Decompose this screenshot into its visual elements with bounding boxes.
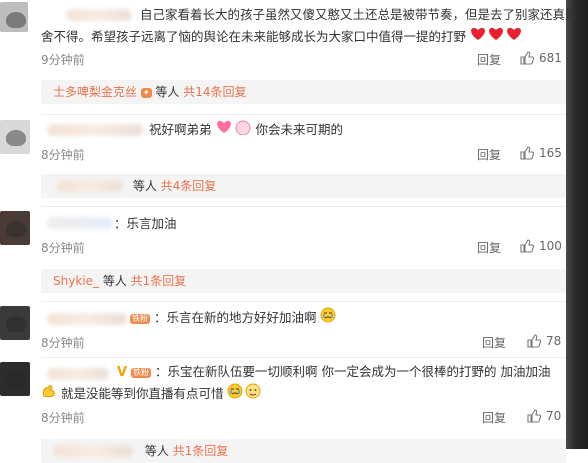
comment-text-line2-body: 就是没能等到你直播有点可惜 <box>60 386 224 401</box>
comment-text: 自己家看着长大的孩子虽然又傻又憨又土还总是被带节奏，但是去了别家还真是 <box>140 7 578 22</box>
comment-text-line2-body: 舍不得。希望孩子远离了恼的舆论在未来能够成长为大家口中值得一提的打野 <box>41 29 467 44</box>
comment-time: 9分钟前 <box>41 53 85 67</box>
divider <box>41 114 566 115</box>
avatar[interactable] <box>0 306 30 340</box>
reply-user-blurred[interactable] <box>57 180 123 192</box>
thumbs-up-icon <box>527 409 541 423</box>
reply-summary-bar[interactable]: 等人 共4条回复 <box>41 174 566 198</box>
reply-who: 等人 <box>132 179 157 193</box>
like-button[interactable]: 70 <box>527 409 561 423</box>
comment-text: 祝好啊弟弟 你会未来可期的 <box>149 119 343 142</box>
like-button[interactable]: 78 <box>527 334 561 348</box>
divider <box>41 301 566 302</box>
comment-text-body: ：乐言在新的地方好好加油啊 <box>153 310 317 325</box>
reply-button[interactable]: 回复 <box>477 51 501 68</box>
comment-time: 8分钟前 <box>41 241 85 255</box>
divider <box>41 357 566 358</box>
avatar[interactable] <box>0 2 28 32</box>
cry-emoji <box>227 383 261 406</box>
username-blurred[interactable] <box>47 368 109 380</box>
reply-count[interactable]: 共4条回复 <box>161 179 217 193</box>
reply-who: 等人 <box>102 274 127 288</box>
thumbs-up-icon <box>527 334 541 348</box>
comment-text: V 铁粉 ：乐宝在新队伍要一切顺利啊 你一定会成为一个很棒的打野的 加油加油 <box>117 361 550 384</box>
heart-emoji <box>216 119 252 142</box>
like-count: 100 <box>539 239 562 253</box>
like-button[interactable]: 100 <box>520 239 562 253</box>
comment-text: ：乐言加油 <box>114 216 177 231</box>
comment-time: 8分钟前 <box>41 148 85 162</box>
reply-who: 等人 <box>144 444 169 458</box>
avatar[interactable] <box>0 211 30 245</box>
fan-badge: ✦ <box>140 87 152 98</box>
heart-emoji <box>470 26 524 49</box>
reply-summary-bar[interactable]: 等人 共1条回复 <box>41 439 566 463</box>
reply-summary-bar[interactable]: Shykie_ 等人 共1条回复 <box>41 269 566 293</box>
fan-badge: 铁粉 <box>130 313 150 324</box>
reply-user-blurred[interactable] <box>53 445 133 457</box>
reply-count[interactable]: 共1条回复 <box>173 444 229 458</box>
thumbs-up-icon <box>520 51 534 65</box>
username-blurred[interactable] <box>47 124 143 136</box>
thumbs-up-icon <box>520 146 534 160</box>
comment-time: 8分钟前 <box>41 336 85 350</box>
like-button[interactable]: 165 <box>520 146 562 160</box>
reply-user-name[interactable]: 士多啤梨金克丝 <box>53 85 137 99</box>
cry-emoji <box>320 307 336 330</box>
reply-summary-bar[interactable]: 士多啤梨金克丝 ✦ 等人 共14条回复 <box>41 80 566 104</box>
comment-text-body: 祝好啊弟弟 <box>149 122 212 137</box>
reply-who: 等人 <box>155 85 180 99</box>
like-count: 78 <box>546 334 562 348</box>
reply-button[interactable]: 回复 <box>477 146 501 163</box>
reply-button[interactable]: 回复 <box>482 409 506 426</box>
comment-text-tail: 你会未来可期的 <box>255 122 343 137</box>
thumbs-up-icon <box>520 239 534 253</box>
comment-time: 8分钟前 <box>41 411 85 425</box>
reply-button[interactable]: 回复 <box>477 239 501 256</box>
username-blurred[interactable] <box>66 9 132 21</box>
comment-text-line2: 就是没能等到你直播有点可惜 <box>41 383 261 406</box>
fan-badge: 铁粉 <box>131 367 152 378</box>
comment-text: 铁粉 ：乐言在新的地方好好加油啊 <box>130 307 336 330</box>
divider <box>41 206 566 207</box>
reply-button[interactable]: 回复 <box>482 334 506 351</box>
avatar[interactable] <box>0 362 30 396</box>
username-blurred[interactable] <box>47 313 127 325</box>
background-photo-edge <box>566 0 588 449</box>
comment-text-line2: 舍不得。希望孩子远离了恼的舆论在未来能够成长为大家口中值得一提的打野 <box>41 26 524 49</box>
reply-count[interactable]: 共1条回复 <box>131 274 187 288</box>
username-blurred[interactable] <box>47 217 113 229</box>
reply-count[interactable]: 共14条回复 <box>183 85 246 99</box>
like-count: 70 <box>546 409 562 423</box>
like-button[interactable]: 681 <box>520 51 562 65</box>
reply-user-name[interactable]: Shykie_ <box>53 274 99 288</box>
muscle-emoji <box>41 383 57 406</box>
verified-mark: V <box>117 365 128 380</box>
like-count: 681 <box>539 51 562 65</box>
avatar[interactable] <box>0 120 30 154</box>
comment-text-body: ：乐宝在新队伍要一切顺利啊 你一定会成为一个很棒的打野的 加油加油 <box>155 364 551 379</box>
like-count: 165 <box>539 146 562 160</box>
